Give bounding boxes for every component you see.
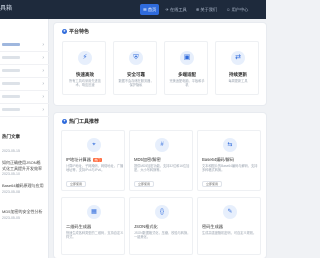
tool-name: IP地址计算器 <box>66 157 91 162</box>
article-title[interactable]: Base64编码原理与应用 <box>2 183 44 189</box>
code-braces-icon: {} <box>155 205 169 219</box>
brand-logo[interactable]: 工具箱 <box>0 3 12 12</box>
tool-card-ip-calculator[interactable]: ⌖ IP地址计算器 热门 计算IP地址，子网掩码，网络地址，广播地址等，支持IP… <box>61 130 125 191</box>
article-item[interactable]: 2023-05-15 <box>2 148 44 153</box>
tools-card: ✦ 热门工具推荐 ⌖ IP地址计算器 热门 计算IP地址，子网掩码，网络地址，广… <box>54 113 266 258</box>
hot-articles-title: 热门文章 <box>2 134 20 139</box>
article-date: 2023-05-10 <box>2 172 20 176</box>
article-item[interactable]: MD5加密的安全性分析 2023-05-05 <box>2 209 44 220</box>
features-card: ★ 平台特色 ⚡ 快速高效 所有工具均采用先进技术，响应迅速 ⛨ 安全可靠 数据… <box>54 23 266 105</box>
use-now-button[interactable]: 立即使用 <box>66 181 87 187</box>
star-icon: ★ <box>62 29 67 34</box>
feature-desc: 每周更新工具 <box>228 79 248 83</box>
tool-card-password[interactable]: ✎ 密码生成器 生成高强度随机密码，可自定义规则。 <box>197 197 261 255</box>
chevron-right-icon: › <box>42 55 44 61</box>
feature-item: ⛨ 安全可靠 数据不会存储在服务器，保护隐私 <box>113 41 157 95</box>
nav-online-tools[interactable]: ✈ 在线工具 <box>162 4 189 15</box>
chevron-right-icon: › <box>42 68 44 74</box>
tool-card-base64[interactable]: ⇆ Base64编码/解码 文本和图片的Base64编码与解码，支持多种格式转换… <box>197 130 261 191</box>
tool-desc: 生成高强度随机密码，可自定义规则。 <box>202 231 257 235</box>
nav-home[interactable]: ☰ 首页 <box>140 4 160 15</box>
main-nav: ☰ 首页 ✈ 在线工具 ⊕ 关于我们 ☺ 用户中心 <box>140 4 251 15</box>
hash-icon: # <box>155 138 169 152</box>
network-icon: ⌖ <box>87 138 101 152</box>
feature-item: ⇄ 持续更新 每周更新工具 <box>215 41 259 95</box>
tool-desc: JSON数据格式化，压缩，校验与转换，一键美化。 <box>134 231 191 240</box>
sidebar-item[interactable]: › <box>0 39 49 52</box>
feature-item: ⚡ 快速高效 所有工具均采用先进技术，响应迅速 <box>62 41 106 95</box>
tool-card-qrcode[interactable]: ▦ 二维码生成器 快速生成各种类型的二维码，支持自定义样式。 <box>61 197 125 255</box>
tool-card-json[interactable]: {} JSON格式化 JSON数据格式化，压缩，校验与转换，一键美化。 <box>129 197 193 255</box>
features-header: ★ 平台特色 <box>62 28 89 35</box>
sidebar-category-list: › › › › › › <box>0 39 49 117</box>
chevron-right-icon: › <box>42 107 44 113</box>
lightning-icon: ⚡ <box>78 51 92 65</box>
tool-card-md5[interactable]: # MD5加密/解密 提供MD5加密功能，支持32位和16位加密，大小写转换等。… <box>129 130 193 191</box>
chevron-right-icon: › <box>42 81 44 87</box>
feature-title: 持续更新 <box>229 72 247 77</box>
article-date: 2023-05-08 <box>2 189 20 194</box>
feature-desc: 数据不会存储在服务器，保护隐私 <box>118 79 154 88</box>
devices-icon: ▣ <box>180 51 194 65</box>
article-date: 2023-05-05 <box>2 215 20 220</box>
tools-header: ✦ 热门工具推荐 <box>62 118 99 125</box>
tool-desc: 提供MD5加密功能，支持32位和16位加密，大小写转换等。 <box>134 164 190 173</box>
feature-title: 安全可靠 <box>127 72 145 77</box>
article-item[interactable]: 如何正确使用JSON格式化工具提升开发效率 2023-05-10 <box>2 160 44 176</box>
nav-about[interactable]: ⊕ 关于我们 <box>193 4 220 15</box>
tool-desc: 快速生成各种类型的二维码，支持自定义样式。 <box>66 231 124 240</box>
feature-desc: 所有工具均采用先进技术，响应迅速 <box>69 79 101 88</box>
sidebar-item[interactable]: › <box>0 104 49 117</box>
nav-user-center[interactable]: ☺ 用户中心 <box>223 4 251 15</box>
tool-desc: 文本和图片的Base64编码与解码，支持多种格式转换。 <box>202 164 258 173</box>
tool-name: Base64编码/解码 <box>202 157 235 162</box>
features-title: 平台特色 <box>69 29 90 35</box>
feature-desc: 完美适配电脑、平板和手机 <box>169 79 205 88</box>
fire-icon: ✦ <box>62 119 67 124</box>
feature-title: 快速高效 <box>76 72 94 77</box>
chevron-right-icon: › <box>42 94 44 100</box>
sidebar: › › › › › › 热门文章 2023-05-15 如何正确使用JSON格式… <box>0 19 49 258</box>
hot-badge: 热门 <box>92 158 102 162</box>
tool-name-row: IP地址计算器 热门 <box>66 157 102 163</box>
transform-icon: ⇆ <box>223 138 237 152</box>
use-now-button[interactable]: 立即使用 <box>202 181 223 187</box>
article-date: 2023-05-15 <box>2 149 20 153</box>
tools-title: 热门工具推荐 <box>69 119 100 125</box>
key-icon: ✎ <box>223 205 237 219</box>
tool-desc: 计算IP地址，子网掩码，网络地址，广播地址等，支持IPv4与IPv6。 <box>66 164 124 173</box>
shield-icon: ⛨ <box>129 51 143 65</box>
sidebar-item[interactable]: › <box>0 52 49 65</box>
sidebar-item[interactable]: › <box>0 91 49 104</box>
tool-name: MD5加密/解密 <box>134 157 161 162</box>
tool-name: 二维码生成器 <box>66 224 92 229</box>
tool-name: 密码生成器 <box>202 224 223 229</box>
tool-name: JSON格式化 <box>134 224 158 229</box>
sidebar-item[interactable]: › <box>0 78 49 91</box>
article-item[interactable]: Base64编码原理与应用 2023-05-08 <box>2 183 44 194</box>
article-title[interactable]: MD5加密的安全性分析 <box>2 209 44 215</box>
qrcode-icon: ▦ <box>87 205 101 219</box>
top-navbar: 工具箱 ☰ 首页 ✈ 在线工具 ⊕ 关于我们 ☺ 用户中心 <box>0 0 266 19</box>
feature-item: ▣ 多端适配 完美适配电脑、平板和手机 <box>164 41 208 95</box>
chevron-right-icon: › <box>42 42 44 48</box>
feature-title: 多端适配 <box>178 72 196 77</box>
use-now-button[interactable]: 立即使用 <box>134 181 155 187</box>
article-title[interactable]: 如何正确使用JSON格式化工具提升开发效率 <box>2 160 44 171</box>
sync-icon: ⇄ <box>231 51 245 65</box>
sidebar-item[interactable]: › <box>0 65 49 78</box>
